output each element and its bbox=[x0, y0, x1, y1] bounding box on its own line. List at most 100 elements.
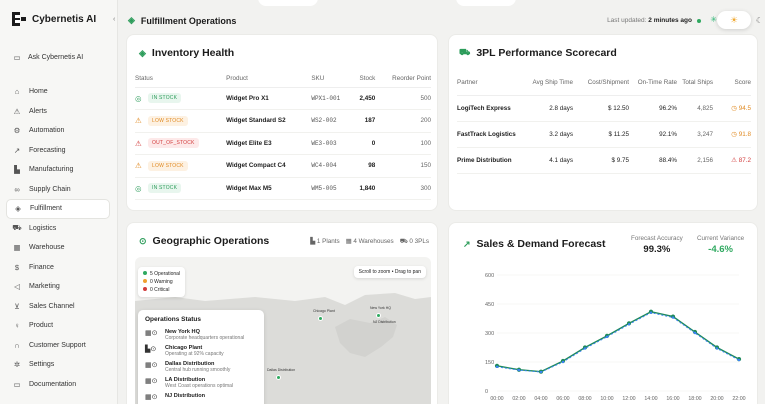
sidebar-item-settings[interactable]: ✲ Settings bbox=[6, 355, 110, 375]
data-point[interactable] bbox=[627, 323, 631, 326]
sidebar-item-product[interactable]: ♀ Product bbox=[6, 316, 110, 336]
column-header[interactable]: Product bbox=[226, 70, 312, 88]
data-point[interactable] bbox=[583, 347, 587, 350]
sidebar-item-label: Settings bbox=[29, 361, 55, 369]
x-tick-label: 12:00 bbox=[622, 396, 635, 402]
sidebar-item-label: Product bbox=[29, 322, 54, 330]
column-header[interactable]: Cost/Shipment bbox=[573, 71, 629, 96]
data-point[interactable] bbox=[561, 360, 565, 364]
table-row[interactable]: ◎ IN STOCK Widget Pro X1 WPX1-001 2,450 500 bbox=[135, 87, 431, 110]
sidebar-item-label: Finance bbox=[29, 263, 54, 271]
ops-item[interactable]: ▙⊙ Chicago Plant Operating at 92% capacity bbox=[145, 345, 257, 357]
sidebar-item-customer-support[interactable]: ∩ Customer Support bbox=[6, 336, 110, 356]
table-row[interactable]: FastTrack Logistics 3.2 days $ 11.25 92.1% 3… bbox=[457, 121, 751, 148]
ops-item[interactable]: ▦⊙ LA Distribution West Coast operations o… bbox=[145, 377, 257, 389]
factory-icon: ▙ bbox=[310, 238, 316, 245]
table-row[interactable]: ⚠ LOW STOCK Widget Standard S2 WS2-002 187 20… bbox=[135, 109, 431, 133]
data-point[interactable] bbox=[605, 335, 609, 339]
sidebar-item-manufacturing[interactable]: ▙ Manufacturing bbox=[6, 160, 110, 180]
sidebar-item-label: Marketing bbox=[29, 283, 60, 291]
us-map[interactable]: 5 Operational 0 Warning 0 Critical Scrol… bbox=[135, 257, 431, 404]
data-point[interactable] bbox=[737, 358, 741, 362]
sidebar-item-finance[interactable]: $ Finance bbox=[6, 258, 110, 278]
column-header[interactable]: SKU bbox=[311, 70, 353, 88]
total-ships-cell: 4,825 bbox=[677, 95, 713, 122]
column-header[interactable]: Stock bbox=[352, 70, 376, 88]
page-title: ◈ Fulfillment Operations bbox=[128, 15, 237, 26]
table-row[interactable]: ⚠ OUT_OF_STOCK Widget Elite E3 WE3-003 0 100 bbox=[135, 132, 431, 155]
product-cell: Widget Compact C4 bbox=[226, 154, 312, 178]
sidebar-item-home[interactable]: ⌂ Home bbox=[6, 82, 110, 102]
column-header[interactable]: On-Time Rate bbox=[629, 71, 677, 96]
data-point[interactable] bbox=[495, 365, 499, 369]
data-point[interactable] bbox=[539, 370, 543, 374]
ask-ai-button[interactable]: ▭ Ask Cybernetis AI bbox=[6, 50, 110, 64]
ops-text: New York HQ Corporate headquarters operat… bbox=[165, 329, 244, 341]
sidebar-item-documentation[interactable]: ▭ Documentation bbox=[6, 375, 110, 395]
factory-icon: ▙⊙ bbox=[145, 346, 157, 353]
data-point[interactable] bbox=[715, 347, 719, 350]
sidebar-item-label: Manufacturing bbox=[29, 166, 74, 174]
sidebar-item-fulfillment[interactable]: ◈ Fulfillment bbox=[6, 199, 110, 219]
sidebar-item-automation[interactable]: ⚙ Automation bbox=[6, 121, 110, 141]
data-point[interactable] bbox=[649, 311, 653, 314]
data-point[interactable] bbox=[671, 316, 675, 319]
sku-cell: WE3-003 bbox=[311, 132, 353, 155]
ops-text: Chicago Plant Operating at 92% capacity bbox=[165, 345, 224, 357]
sidebar-item-label: Supply Chain bbox=[29, 185, 71, 193]
x-tick-label: 20:00 bbox=[710, 396, 723, 402]
warning-icon: ⚠ bbox=[135, 161, 142, 171]
map-pin-dallas[interactable] bbox=[276, 375, 281, 380]
sidebar-item-warehouse[interactable]: ▦ Warehouse bbox=[6, 238, 110, 258]
chat-icon: ▭ bbox=[13, 52, 21, 62]
collapse-sidebar-icon[interactable]: ‹ bbox=[113, 16, 115, 23]
sidebar-item-alerts[interactable]: ⚠ Alerts bbox=[6, 102, 110, 122]
package-icon: ◈ bbox=[139, 47, 146, 58]
warehouse-icon: ▦⊙ bbox=[145, 394, 158, 401]
sidebar-item-logistics[interactable]: ⛟ Logistics bbox=[6, 219, 110, 239]
table-row[interactable]: ◎ IN STOCK Widget Max M5 WM5-005 1,840 300 bbox=[135, 177, 431, 200]
status-badge: ⚠ OUT_OF_STOCK bbox=[135, 138, 199, 149]
column-header[interactable]: Total Ships bbox=[677, 71, 713, 96]
sidebar-item-label: Fulfillment bbox=[30, 205, 62, 213]
ops-item[interactable]: ▦⊙ NJ Distribution bbox=[145, 393, 257, 401]
moon-icon[interactable]: ☾ bbox=[756, 16, 763, 25]
ops-item[interactable]: ▦⊙ Dallas Distribution Central hub running… bbox=[145, 361, 257, 373]
x-tick-label: 10:00 bbox=[600, 396, 613, 402]
sidebar-item-label: Warehouse bbox=[29, 244, 65, 252]
column-header[interactable]: Score bbox=[713, 71, 751, 96]
sidebar-item-supply-chain[interactable]: ∞ Supply Chain bbox=[6, 180, 110, 200]
ops-title: Operations Status bbox=[145, 316, 201, 323]
table-row[interactable]: ⚠ LOW STOCK Widget Compact C4 WC4-004 98 150 bbox=[135, 154, 431, 178]
warehouse-icon: ▦⊙ bbox=[145, 330, 158, 337]
sidebar-item-label: Customer Support bbox=[29, 341, 86, 349]
status-cell: ◎ IN STOCK bbox=[135, 177, 227, 200]
column-header[interactable]: Status bbox=[135, 70, 227, 88]
table-row[interactable]: LogiTech Express 2.8 days $ 12.50 96.2% 4,82… bbox=[457, 95, 751, 122]
column-header[interactable]: Partner bbox=[457, 71, 527, 96]
table-row[interactable]: Prime Distribution 4.1 days $ 9.75 88.4% 2,1… bbox=[457, 147, 751, 174]
sidebar-item-marketing[interactable]: ◁ Marketing bbox=[6, 277, 110, 297]
y-tick-label: 150 bbox=[485, 360, 494, 366]
refresh-icon[interactable]: ✳ bbox=[710, 15, 717, 24]
warehouse-icon: ▦⊙ bbox=[145, 378, 158, 385]
stock-cell: 1,840 bbox=[352, 177, 376, 200]
theme-toggle[interactable]: ☀ bbox=[717, 11, 751, 29]
map-pin-chicago[interactable] bbox=[318, 316, 323, 321]
data-point[interactable] bbox=[693, 331, 697, 335]
column-header[interactable]: Reorder Point bbox=[375, 70, 431, 88]
partner-cell: FastTrack Logistics bbox=[457, 121, 527, 148]
brand[interactable]: Cybernetis AI bbox=[12, 12, 96, 26]
ops-item[interactable]: ▦⊙ New York HQ Corporate headquarters oper… bbox=[145, 329, 257, 341]
forecast-chart[interactable]: 0 150 300 450 600 00:00 02:00 04:00 06:00 08:00 10… bbox=[449, 223, 758, 404]
sidebar-item-label: Sales Channel bbox=[29, 302, 75, 310]
package-icon: ◈ bbox=[15, 204, 21, 214]
sidebar-item-forecasting[interactable]: ↗ Forecasting bbox=[6, 141, 110, 161]
geo-stats: ▙ 1 Plants ▦ 4 Warehouses ⛟ 0 3PLs bbox=[310, 238, 429, 246]
sidebar-item-sales-channel[interactable]: ⊻ Sales Channel bbox=[6, 297, 110, 317]
stock-cell: 0 bbox=[352, 132, 376, 155]
map-pin-newyork[interactable] bbox=[376, 313, 381, 318]
data-point[interactable] bbox=[517, 368, 521, 372]
column-header[interactable]: Avg Ship Time bbox=[527, 71, 573, 96]
sidebar-item-label: Forecasting bbox=[29, 146, 66, 154]
